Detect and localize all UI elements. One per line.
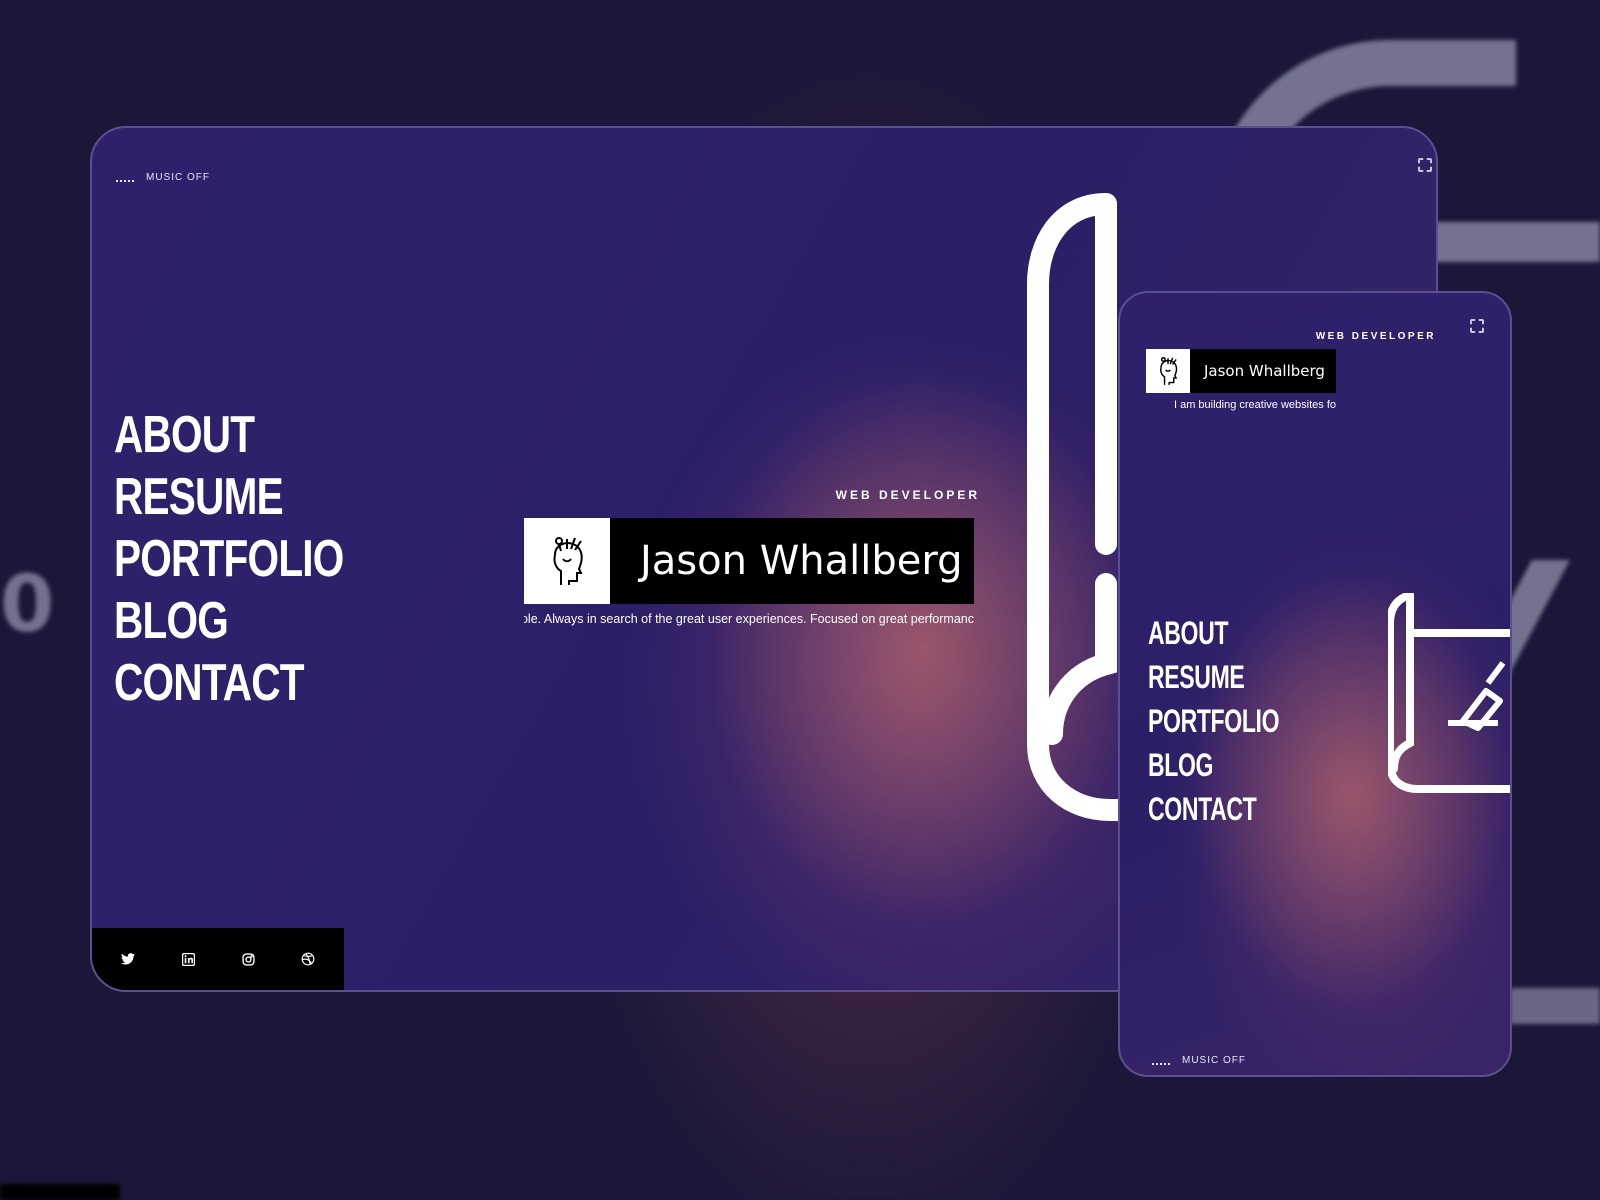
intro-typing-text: ole. Always in search of the great user … <box>524 612 974 626</box>
head-logo-icon <box>1146 349 1190 393</box>
instagram-icon[interactable] <box>240 951 256 967</box>
fullscreen-icon[interactable] <box>1470 319 1484 333</box>
nav-item-portfolio[interactable]: PORTFOLIO <box>1148 699 1280 743</box>
main-nav: ABOUT RESUME PORTFOLIO BLOG CONTACT <box>1148 611 1330 831</box>
nav-item-resume[interactable]: RESUME <box>114 466 344 528</box>
equalizer-icon <box>1152 1057 1170 1065</box>
background-decor-glyph: 0 <box>0 560 55 650</box>
music-label: MUSIC OFF <box>146 172 210 183</box>
main-nav: ABOUT RESUME PORTFOLIO BLOG CONTACT <box>114 404 408 714</box>
music-toggle[interactable]: MUSIC OFF <box>116 172 210 183</box>
nav-item-resume[interactable]: RESUME <box>1148 655 1279 699</box>
nav-item-contact[interactable]: CONTACT <box>114 652 344 714</box>
decorative-outline-shape <box>1388 593 1510 793</box>
developer-name: Jason Whallberg <box>640 538 963 584</box>
linkedin-icon[interactable] <box>180 951 196 967</box>
nav-item-portfolio[interactable]: PORTFOLIO <box>114 528 344 590</box>
background-decor-shape <box>1420 222 1600 262</box>
background-corner-block <box>0 1184 120 1200</box>
job-title: WEB DEVELOPER <box>1315 331 1436 342</box>
background-decor-shape <box>1510 988 1600 1024</box>
social-links-bar <box>92 928 344 990</box>
music-toggle[interactable]: MUSIC OFF <box>1152 1055 1246 1066</box>
name-banner: Jason Whallberg <box>524 518 974 604</box>
developer-name: Jason Whallberg <box>1204 362 1325 380</box>
nav-item-contact[interactable]: CONTACT <box>1148 787 1279 831</box>
mobile-mockup: WEB DEVELOPER Jason Whallberg I am build… <box>1118 291 1512 1077</box>
nav-item-about[interactable]: ABOUT <box>1148 611 1279 655</box>
job-title: WEB DEVELOPER <box>835 488 980 502</box>
twitter-icon[interactable] <box>120 951 136 967</box>
intro-text: ole. Always in search of the great user … <box>524 612 974 626</box>
fullscreen-icon[interactable] <box>1418 158 1432 172</box>
intro-text: I am building creative websites fo <box>1173 399 1336 411</box>
nav-item-about[interactable]: ABOUT <box>114 404 344 466</box>
head-logo-icon <box>524 518 610 604</box>
music-label: MUSIC OFF <box>1182 1055 1246 1066</box>
dribbble-icon[interactable] <box>300 951 316 967</box>
equalizer-icon <box>116 174 134 182</box>
nav-item-blog[interactable]: BLOG <box>114 590 344 652</box>
nav-item-blog[interactable]: BLOG <box>1148 743 1279 787</box>
name-banner: Jason Whallberg <box>1146 349 1336 393</box>
